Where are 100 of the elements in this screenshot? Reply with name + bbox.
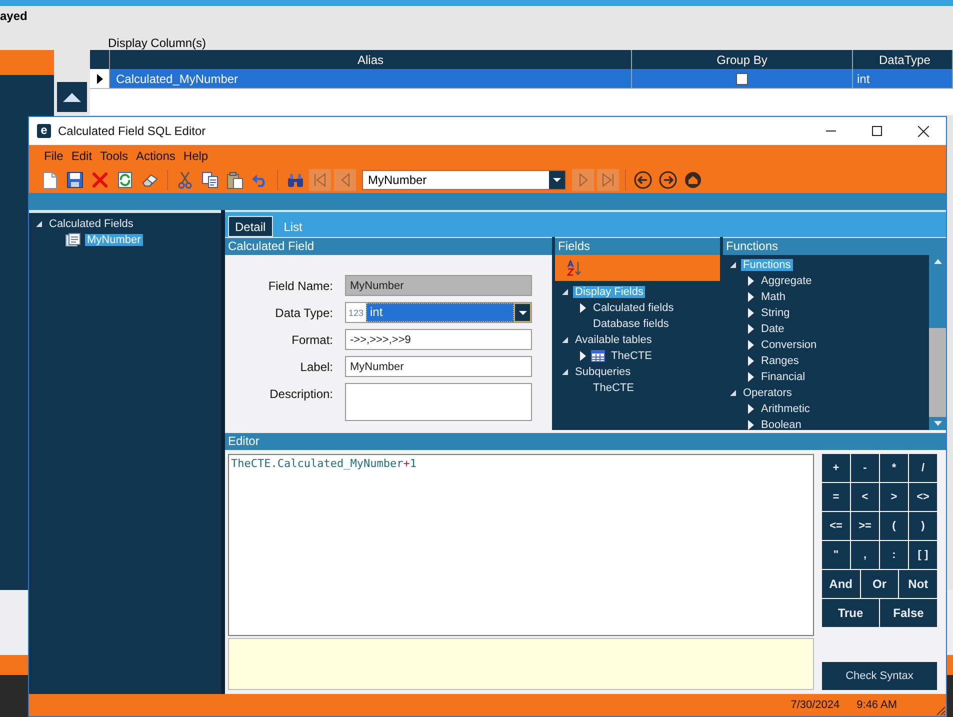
sort-button[interactable] [567,260,583,276]
app-logo: e [37,124,51,138]
scissors-icon [178,172,192,188]
copy-button[interactable] [199,169,221,191]
table-cell: int [853,69,953,88]
operator-key[interactable]: - [851,454,879,482]
operator-key[interactable]: And [822,570,860,598]
table-cell: Calculated_MyNumber [110,69,632,88]
operator-key[interactable]: * [880,454,908,482]
field-label: Data Type: [274,306,334,320]
menu-item[interactable]: Edit [71,149,92,163]
data-type-dropdown[interactable]: 123 int [345,302,532,323]
input-field[interactable]: MyNumber [345,356,532,377]
operator-key[interactable]: Or [860,570,898,598]
operator-key[interactable]: > [880,483,908,511]
tree-item[interactable]: Calculated Fields [47,218,136,230]
collapsed-triangle-icon[interactable] [747,308,755,318]
operator-key[interactable]: = [822,483,850,511]
tree-item[interactable]: String [759,307,792,319]
home-button[interactable] [682,169,704,191]
collapsed-triangle-icon[interactable] [747,340,755,350]
menu-item[interactable]: Help [183,149,208,163]
operator-key[interactable]: <> [909,483,937,511]
scroll-down-icon[interactable] [934,421,942,426]
clipboard-icon [227,172,243,188]
refresh-icon [118,172,132,188]
collapsed-triangle-icon[interactable] [747,276,755,286]
operator-key[interactable]: False [880,599,937,627]
skip-to-start-icon [314,173,326,187]
tree-item[interactable]: Financial [759,371,808,383]
expanded-triangle-icon[interactable] [35,220,43,228]
collapsed-triangle-icon[interactable] [747,420,755,430]
scrollbar[interactable] [929,255,946,430]
menu-item[interactable]: Actions [136,149,176,163]
tree-item[interactable]: Calculated fields [591,302,676,314]
back-button[interactable] [632,169,654,191]
menu-item[interactable]: File [44,149,64,163]
tree-item[interactable]: Boolean [759,419,804,431]
input-field[interactable]: MyNumber [345,275,532,296]
operator-key[interactable]: + [822,454,850,482]
operator-key[interactable]: [ ] [909,541,937,569]
tree-item[interactable]: Ranges [759,355,801,367]
operator-key[interactable]: ( [880,512,908,540]
scroll-up-icon[interactable] [934,259,942,264]
collapsed-triangle-icon[interactable] [579,303,587,313]
operator-key[interactable]: <= [822,512,850,540]
code-editor[interactable]: TheCTE.Calculated_MyNumber+1 [228,454,814,636]
collapsed-triangle-icon[interactable] [747,324,755,334]
collapsed-triangle-icon[interactable] [747,292,755,302]
panel-header: Functions [723,237,946,255]
caret-icon [553,178,561,182]
x-icon [92,172,108,188]
record-dropdown[interactable]: MyNumber [362,170,566,190]
expanded-triangle-icon[interactable] [729,389,737,397]
collapsed-triangle-icon[interactable] [747,372,755,382]
check-syntax-button[interactable]: Check Syntax [822,662,937,690]
checkbox[interactable] [736,72,748,84]
forward-button[interactable] [657,169,679,191]
paste-button[interactable] [224,169,246,191]
table-row[interactable]: Calculated_MyNumber int [90,69,953,89]
operator-key[interactable]: , [851,541,879,569]
collapsed-triangle-icon[interactable] [747,356,755,366]
field-label: Format: [290,332,334,346]
text-area[interactable] [345,383,532,421]
eraser-icon [142,173,158,187]
tree-item[interactable]: Aggregate [759,275,814,287]
tab[interactable]: Detail [228,216,273,237]
collapsed-triangle-icon[interactable] [747,404,755,414]
operator-key[interactable]: / [909,454,937,482]
expanded-triangle-icon[interactable] [561,336,569,344]
tree-item[interactable]: Math [759,291,788,303]
expanded-triangle-icon[interactable] [561,368,569,376]
left-arrow-circle-icon [634,171,652,189]
menu-item[interactable]: Tools [100,149,128,163]
tree-item[interactable]: Date [759,323,786,335]
tree-item[interactable]: Operators [741,387,794,399]
move-up-button[interactable] [57,82,88,112]
operator-key[interactable]: ) [909,512,937,540]
input-field[interactable]: ->>,>>>,>>9 [345,329,532,350]
section-heading: ayed [0,8,28,25]
close-icon [918,126,928,136]
operator-key[interactable]: " [822,541,850,569]
tree-item[interactable]: Database fields [591,318,671,330]
tree-item[interactable]: Conversion [759,339,819,351]
tree-item[interactable]: Arithmetic [759,403,812,415]
operator-key[interactable]: True [822,599,879,627]
operator-key[interactable]: : [880,541,908,569]
tree-item[interactable]: TheCTE [591,382,636,394]
save-button[interactable] [64,169,86,191]
resize-grip-icon[interactable] [934,704,946,716]
operator-key[interactable]: < [851,483,879,511]
tree-item[interactable]: TheCTE [609,350,654,362]
tab-bar [0,50,54,75]
expanded-triangle-icon[interactable] [561,288,569,296]
operator-key[interactable]: Not [899,570,938,598]
tree-item[interactable]: Subqueries [573,366,633,378]
expanded-triangle-icon[interactable] [729,261,737,269]
collapsed-triangle-icon[interactable] [579,351,587,361]
tree-item[interactable]: Available tables [573,334,654,346]
operator-key[interactable]: >= [851,512,879,540]
